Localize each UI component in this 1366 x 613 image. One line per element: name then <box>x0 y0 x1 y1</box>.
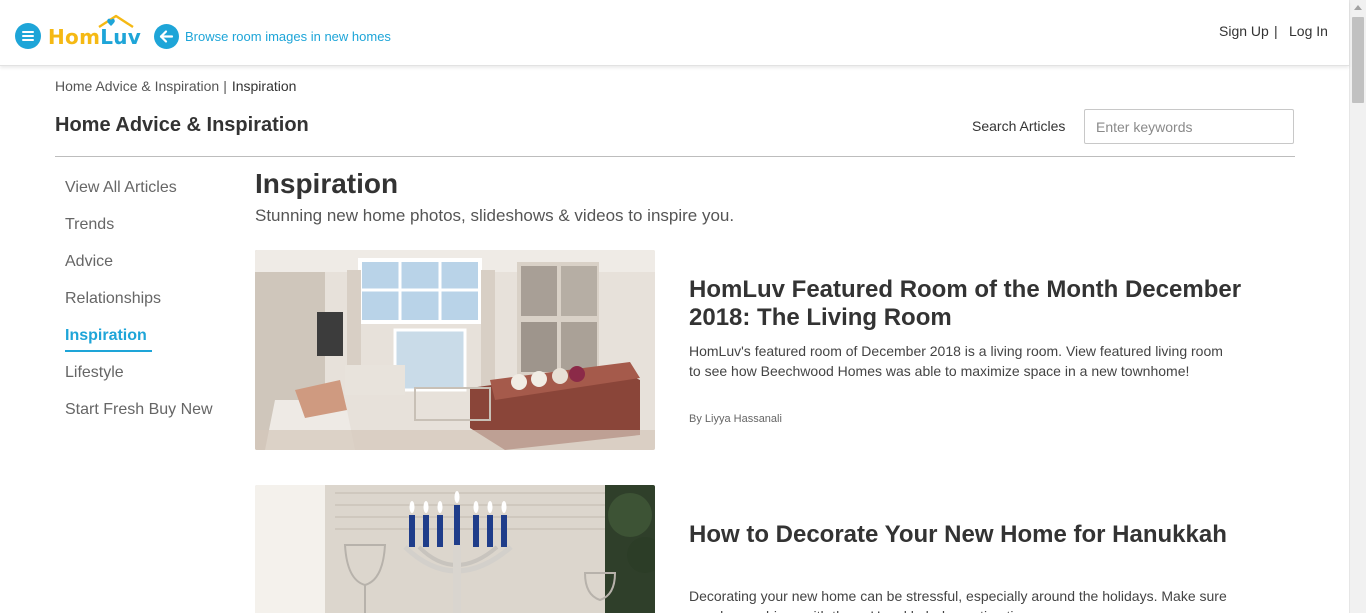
hamburger-menu-icon[interactable] <box>15 23 41 49</box>
page-title: Inspiration <box>255 168 399 199</box>
header-divider <box>55 156 1295 157</box>
scroll-thumb[interactable] <box>1352 17 1364 103</box>
article-title[interactable]: How to Decorate Your New Home for Hanukk… <box>689 521 1249 549</box>
header-separator: | <box>1274 23 1278 39</box>
sidebar-item-view-all-articles[interactable]: View All Articles <box>65 179 177 197</box>
logo-text: HomLuv <box>48 25 142 49</box>
log-in-link[interactable]: Log In <box>1289 23 1328 39</box>
article-author: By Liyya Hassanali <box>689 413 782 425</box>
breadcrumb-current: Inspiration <box>231 78 297 94</box>
search-input[interactable] <box>1084 109 1294 144</box>
breadcrumb: Home Advice & Inspiration | Inspiration <box>55 78 296 94</box>
section-title: Home Advice & Inspiration <box>55 114 309 136</box>
vertical-scrollbar[interactable] <box>1349 0 1366 613</box>
article-title[interactable]: HomLuv Featured Room of the Month Decemb… <box>689 276 1249 332</box>
browse-rooms-link[interactable]: Browse room images in new homes <box>185 29 391 44</box>
breadcrumb-separator: | <box>223 78 227 94</box>
sidebar-item-start-fresh-buy-new[interactable]: Start Fresh Buy New <box>65 401 213 419</box>
article-description: HomLuv's featured room of December 2018 … <box>689 343 1223 379</box>
scroll-up-arrow-icon[interactable] <box>1354 5 1362 10</box>
sidebar-item-relationships[interactable]: Relationships <box>65 290 161 308</box>
breadcrumb-parent-link[interactable]: Home Advice & Inspiration <box>55 78 219 94</box>
sign-up-link[interactable]: Sign Up <box>1219 23 1269 39</box>
homluv-logo[interactable]: HomLuv <box>48 14 142 49</box>
sidebar-item-lifestyle[interactable]: Lifestyle <box>65 364 124 382</box>
living-room-image[interactable] <box>255 250 655 450</box>
hanukkah-menorah-image[interactable] <box>255 485 655 613</box>
sidebar-item-inspiration[interactable]: Inspiration <box>65 327 147 345</box>
page-subtitle: Stunning new home photos, slideshows & v… <box>255 206 735 225</box>
active-item-underline <box>65 350 152 352</box>
sidebar-item-trends[interactable]: Trends <box>65 216 114 234</box>
article-description: Decorating your new home can be stressfu… <box>689 588 1227 613</box>
search-articles-label: Search Articles <box>972 118 1066 134</box>
site-header: HomLuv Browse room images in new homes S… <box>0 0 1349 66</box>
back-arrow-icon[interactable] <box>154 24 179 49</box>
sidebar-item-advice[interactable]: Advice <box>65 253 113 271</box>
